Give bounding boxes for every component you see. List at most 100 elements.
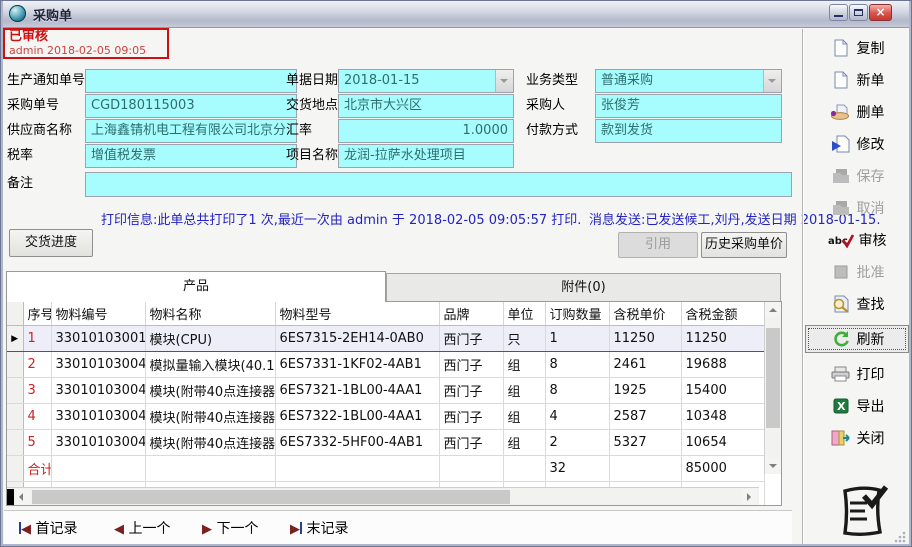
modify-button[interactable]: 修改 <box>805 133 909 155</box>
resize-grip[interactable] <box>894 531 906 543</box>
table-row[interactable]: 4330101030045模块(附带40点连接器)6ES7322-1BL00-4… <box>7 404 764 430</box>
panel-divider <box>802 29 804 544</box>
delivery-progress-button[interactable]: 交货进度 <box>9 229 93 257</box>
close-button[interactable]: 关闭 <box>805 427 909 449</box>
cell: 330101030045 <box>51 404 145 430</box>
save-button[interactable]: 保存 <box>805 165 909 187</box>
copy-button[interactable]: 复制 <box>805 37 909 59</box>
table-total-row[interactable]: 合计3285000 <box>7 456 764 482</box>
tax-rate-field[interactable]: 增值税发票 <box>85 144 297 168</box>
next-record-button[interactable]: ▶ 下一个 <box>202 519 258 539</box>
audit-button[interactable]: abc 审核 <box>805 229 909 251</box>
cell: 6ES7331-1KF02-4AB1 <box>275 352 439 378</box>
chevron-down-icon[interactable] <box>495 70 513 92</box>
first-record-button[interactable]: ◀ 首记录 <box>19 519 77 539</box>
row-selector-cell[interactable] <box>7 430 23 456</box>
copy-page-icon <box>830 39 852 57</box>
export-button[interactable]: X 导出 <box>805 395 909 417</box>
cell: 只 <box>503 326 545 352</box>
delete-button[interactable]: 删单 <box>805 101 909 123</box>
save-label: 保存 <box>857 166 885 186</box>
table-row[interactable]: 3330101030044模块(附带40点连接器)6ES7321-1BL00-4… <box>7 378 764 404</box>
reference-button[interactable]: 引用 <box>618 232 698 258</box>
cell: 西门子 <box>439 404 503 430</box>
row-selector-cell[interactable] <box>7 378 23 404</box>
purchase-order-no-field[interactable]: CGD180115003 <box>85 94 297 118</box>
column-header[interactable]: 物料名称 <box>145 302 275 326</box>
column-header[interactable]: 含税金额 <box>681 302 764 326</box>
scroll-right-button[interactable] <box>741 489 757 505</box>
prev-record-button[interactable]: ◀ 上一个 <box>114 519 170 539</box>
row-selector-cell[interactable] <box>7 352 23 378</box>
doc-date-combo[interactable]: 2018-01-15 <box>338 69 514 93</box>
scroll-up-button[interactable] <box>765 302 781 317</box>
supplier-name-field[interactable]: 上海鑫锖机电工程有限公司北京分 <box>85 119 297 143</box>
purchase-order-no-label: 采购单号 <box>7 94 59 118</box>
table-row[interactable]: 5330101030047模块(附带40点连接器)6ES7332-5HF00-4… <box>7 430 764 456</box>
print-button[interactable]: 打印 <box>805 363 909 385</box>
minimize-button[interactable] <box>829 4 848 21</box>
cell: 330101030044 <box>51 378 145 404</box>
column-header[interactable]: 品牌 <box>439 302 503 326</box>
maximize-button[interactable] <box>849 4 868 21</box>
field-value: 增值税发票 <box>91 148 156 163</box>
hscroll-thumb[interactable] <box>32 490 510 504</box>
cell: 6ES7315-2EH14-0AB0 <box>275 326 439 352</box>
history-price-button[interactable]: 历史采购单价 <box>701 232 787 258</box>
cell: 1925 <box>609 378 681 404</box>
modify-arrow-icon <box>830 135 852 153</box>
tab-products[interactable]: 产品 <box>6 271 386 302</box>
business-type-combo[interactable]: 普通采购 <box>595 69 782 93</box>
cell: 15400 <box>681 378 764 404</box>
new-page-icon <box>830 71 852 89</box>
new-doc-label: 新单 <box>857 70 885 90</box>
delivery-place-field[interactable]: 北京市大兴区 <box>338 94 514 118</box>
audit-abc-check-icon: abc <box>828 233 854 248</box>
row-selector-cell[interactable] <box>7 404 23 430</box>
cell: 组 <box>503 378 545 404</box>
refresh-button[interactable]: 刷新 <box>805 325 909 353</box>
purchaser-field[interactable]: 张俊芳 <box>595 94 782 118</box>
horizontal-scrollbar[interactable] <box>7 487 759 505</box>
row-selector-cell[interactable]: ▶ <box>7 326 23 352</box>
split-box[interactable] <box>7 489 14 505</box>
project-name-field[interactable]: 龙润-拉萨水处理项目 <box>338 144 514 168</box>
column-header[interactable]: 物料编号 <box>51 302 145 326</box>
find-button[interactable]: 查找 <box>805 293 909 315</box>
column-header[interactable]: 含税单价 <box>609 302 681 326</box>
new-doc-button[interactable]: 新单 <box>805 69 909 91</box>
selector-column-header <box>7 302 23 326</box>
exchange-rate-field[interactable]: 1.0000 <box>338 119 514 143</box>
chevron-down-icon[interactable] <box>763 70 781 92</box>
prev-record-icon: ◀ <box>114 522 124 537</box>
scroll-left-button[interactable] <box>15 489 31 505</box>
cancel-button[interactable]: 取消 <box>805 197 909 219</box>
vscroll-thumb[interactable] <box>766 328 780 428</box>
table-row[interactable]: 2330101030041模拟量输入模块(40.1)6ES7331-1KF02-… <box>7 352 764 378</box>
payment-method-label: 付款方式 <box>526 119 578 143</box>
cell: 模块(附带40点连接器) <box>145 404 275 430</box>
production-notice-no-field[interactable] <box>85 69 297 93</box>
save-folder-icon <box>830 168 852 184</box>
cancel-label: 取消 <box>857 198 885 218</box>
row-selector-cell[interactable] <box>7 456 23 482</box>
last-record-icon: ▶ <box>290 522 302 537</box>
find-label: 查找 <box>857 294 885 314</box>
close-window-button[interactable]: × <box>869 4 892 21</box>
close-label: 关闭 <box>857 428 885 448</box>
remarks-field[interactable] <box>85 172 792 197</box>
tab-attachments[interactable]: 附件(0) <box>386 273 781 301</box>
column-header[interactable]: 序号 <box>23 302 51 326</box>
record-navbar: ◀ 首记录 ◀ 上一个 ▶ 下一个 ▶ 末记录 ✓ <box>4 510 792 546</box>
column-header[interactable]: 订购数量 <box>545 302 609 326</box>
column-header[interactable]: 物料型号 <box>275 302 439 326</box>
payment-method-field[interactable]: 款到发货 <box>595 119 782 143</box>
column-header[interactable]: 单位 <box>503 302 545 326</box>
cell: 11250 <box>609 326 681 352</box>
scroll-down-button[interactable] <box>765 458 781 473</box>
audit-label: 审核 <box>859 230 887 250</box>
approve-button[interactable]: 批准 <box>805 261 909 283</box>
vertical-scrollbar[interactable] <box>764 302 781 474</box>
table-row[interactable]: ▶1330101030011模块(CPU)6ES7315-2EH14-0AB0西… <box>7 326 764 352</box>
last-record-button[interactable]: ▶ 末记录 <box>290 519 348 539</box>
